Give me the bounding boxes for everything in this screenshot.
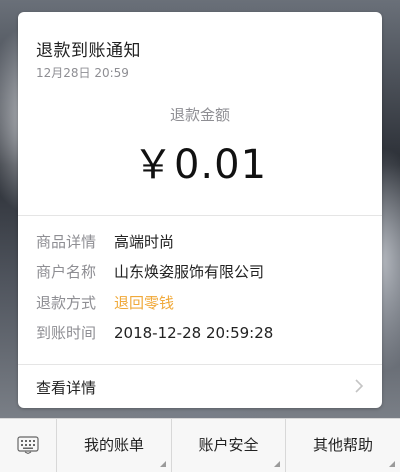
detail-row-refund-method: 退款方式 退回零钱 xyxy=(36,291,174,315)
detail-value: 退回零钱 xyxy=(114,294,175,312)
detail-value: 山东焕姿服饰有限公司 xyxy=(114,263,265,281)
refund-amount-label: 退款金额 xyxy=(169,106,230,124)
menu-my-bills[interactable]: 我的账单 xyxy=(57,419,172,472)
refund-notification-card: 退款到账通知 12月28日 20:59 退款金额 ￥0.01 商品详情 高端时尚 … xyxy=(18,12,382,408)
submenu-indicator-icon xyxy=(389,461,395,467)
detail-row-product: 商品详情 高端时尚 xyxy=(36,230,174,254)
detail-key: 到账时间 xyxy=(36,324,97,342)
menu-other-help[interactable]: 其他帮助 xyxy=(286,419,400,472)
menu-account-security[interactable]: 账户安全 xyxy=(172,419,286,472)
bottom-menu-bar: 我的账单 账户安全 其他帮助 xyxy=(0,418,400,472)
refund-amount: ￥0.01 xyxy=(132,142,268,188)
detail-value: 2018-12-28 20:59:28 xyxy=(114,324,274,342)
detail-value: 高端时尚 xyxy=(114,233,175,251)
detail-row-merchant: 商户名称 山东焕姿服饰有限公司 xyxy=(36,260,264,284)
detail-key: 退款方式 xyxy=(36,294,97,312)
submenu-indicator-icon xyxy=(160,461,166,467)
keyboard-toggle-button[interactable] xyxy=(0,419,57,472)
detail-key: 商品详情 xyxy=(36,233,97,251)
notification-title: 退款到账通知 xyxy=(36,41,141,61)
detail-row-arrival-time: 到账时间 2018-12-28 20:59:28 xyxy=(36,321,273,345)
submenu-indicator-icon xyxy=(274,461,280,467)
menu-label: 其他帮助 xyxy=(312,436,373,454)
chevron-right-icon xyxy=(355,379,364,393)
keyboard-icon xyxy=(17,436,39,454)
view-details-label: 查看详情 xyxy=(36,379,97,397)
menu-label: 我的账单 xyxy=(83,436,144,454)
divider xyxy=(18,215,382,216)
menu-label: 账户安全 xyxy=(198,436,259,454)
view-details-link[interactable]: 查看详情 xyxy=(18,364,382,408)
notification-time: 12月28日 20:59 xyxy=(36,66,129,80)
detail-key: 商户名称 xyxy=(36,263,97,281)
